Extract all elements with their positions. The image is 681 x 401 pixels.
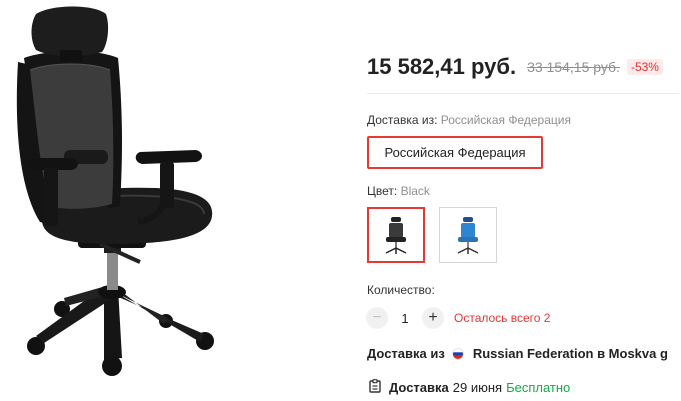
discount-badge: -53% bbox=[626, 59, 663, 75]
russia-flag-icon bbox=[451, 347, 464, 360]
current-price: 15 582,41 руб. bbox=[367, 54, 517, 79]
quantity-value[interactable]: 1 bbox=[388, 311, 422, 326]
office-chair-image bbox=[16, 6, 214, 376]
delivery-from-prefix: Доставка из bbox=[367, 346, 445, 361]
quantity-label: Количество: bbox=[367, 283, 435, 297]
delivery-date: 29 июня bbox=[452, 380, 503, 395]
delivery-from-line: Доставка из Russian Federation в Moskva … bbox=[367, 346, 668, 361]
color-line: Цвет: Black bbox=[367, 184, 430, 198]
delivery-row: Доставка 29 июня Бесплатно bbox=[369, 379, 570, 396]
color-label: Цвет: bbox=[367, 184, 398, 198]
quantity-decrease-button[interactable]: − bbox=[366, 307, 388, 329]
delivery-from-country: Russian Federation bbox=[472, 346, 594, 361]
color-value: Black bbox=[400, 184, 430, 198]
black-chair-thumbnail bbox=[385, 217, 407, 254]
ship-from-label: Доставка из: bbox=[367, 113, 438, 127]
ship-from-line: Доставка из: Российская Федерация bbox=[367, 113, 571, 127]
clipboard-icon bbox=[369, 379, 381, 396]
divider bbox=[367, 93, 679, 94]
quantity-increase-button[interactable]: + bbox=[422, 307, 444, 329]
delivery-label: Доставка bbox=[389, 380, 449, 395]
ship-from-option-button[interactable]: Российская Федерация bbox=[367, 136, 543, 169]
ship-from-value: Российская Федерация bbox=[440, 113, 571, 127]
stock-remaining-note: Осталось всего 2 bbox=[454, 311, 551, 325]
product-image[interactable] bbox=[0, 0, 232, 401]
price-row: 15 582,41 руб. 33 154,15 руб. -53% bbox=[367, 53, 677, 81]
color-option-blue[interactable] bbox=[439, 207, 497, 263]
delivery-cost: Бесплатно bbox=[506, 380, 571, 395]
old-price: 33 154,15 руб. bbox=[527, 59, 620, 75]
blue-chair-thumbnail bbox=[457, 217, 479, 254]
color-option-black[interactable] bbox=[367, 207, 425, 263]
delivery-from-suffix: в Moskva g bbox=[597, 346, 668, 361]
quantity-stepper: − 1 + Осталось всего 2 bbox=[366, 306, 550, 330]
